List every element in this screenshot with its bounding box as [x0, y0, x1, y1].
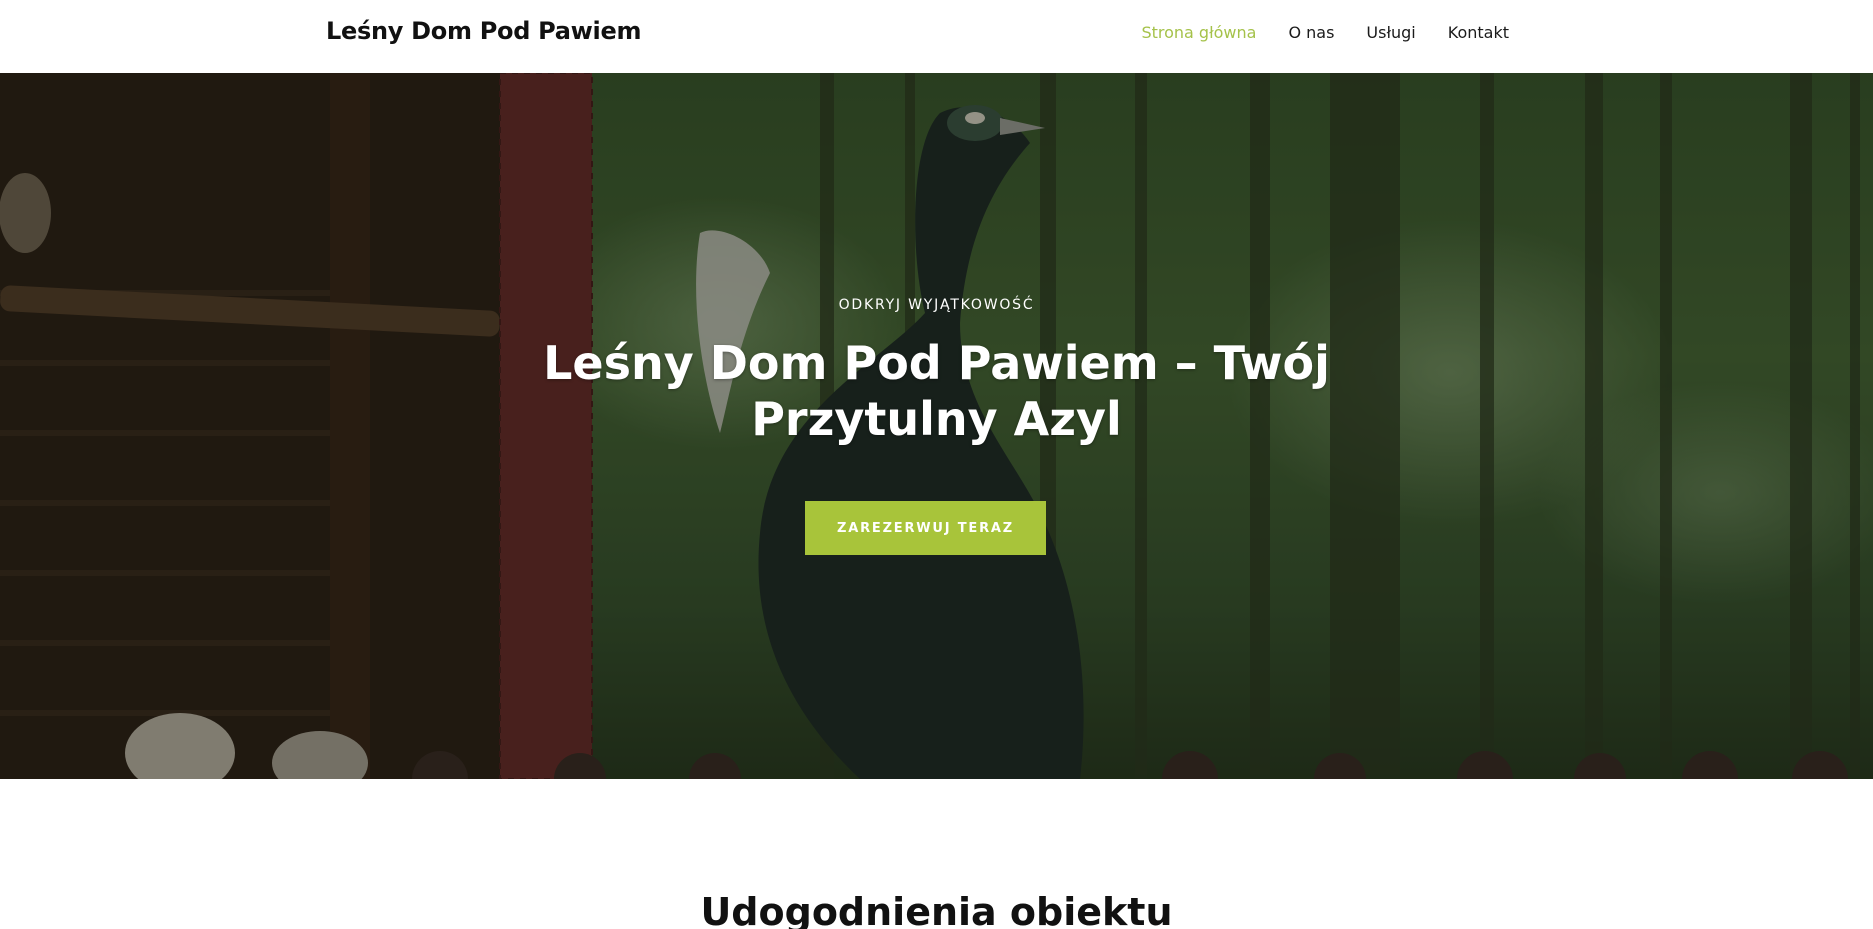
- book-now-button[interactable]: ZAREZERWUJ TERAZ: [805, 501, 1046, 555]
- main-nav: Strona główna O nas Usługi Kontakt: [1141, 23, 1509, 42]
- nav-item-services[interactable]: Usługi: [1366, 23, 1415, 42]
- site-header: Leśny Dom Pod Pawiem Strona główna O nas…: [0, 0, 1873, 73]
- amenities-section-title: Udogodnienia obiektu: [700, 890, 1173, 929]
- hero-headline: Leśny Dom Pod Pawiem – Twój Przytulny Az…: [543, 336, 1330, 446]
- hero-content: ODKRYJ WYJĄTKOWOŚĆ Leśny Dom Pod Pawiem …: [0, 73, 1873, 779]
- nav-item-contact[interactable]: Kontakt: [1448, 23, 1509, 42]
- nav-item-home[interactable]: Strona główna: [1141, 23, 1256, 42]
- site-title[interactable]: Leśny Dom Pod Pawiem: [326, 17, 641, 45]
- hero-eyebrow: ODKRYJ WYJĄTKOWOŚĆ: [838, 297, 1035, 313]
- hero-section: ODKRYJ WYJĄTKOWOŚĆ Leśny Dom Pod Pawiem …: [0, 73, 1873, 779]
- nav-item-about[interactable]: O nas: [1288, 23, 1334, 42]
